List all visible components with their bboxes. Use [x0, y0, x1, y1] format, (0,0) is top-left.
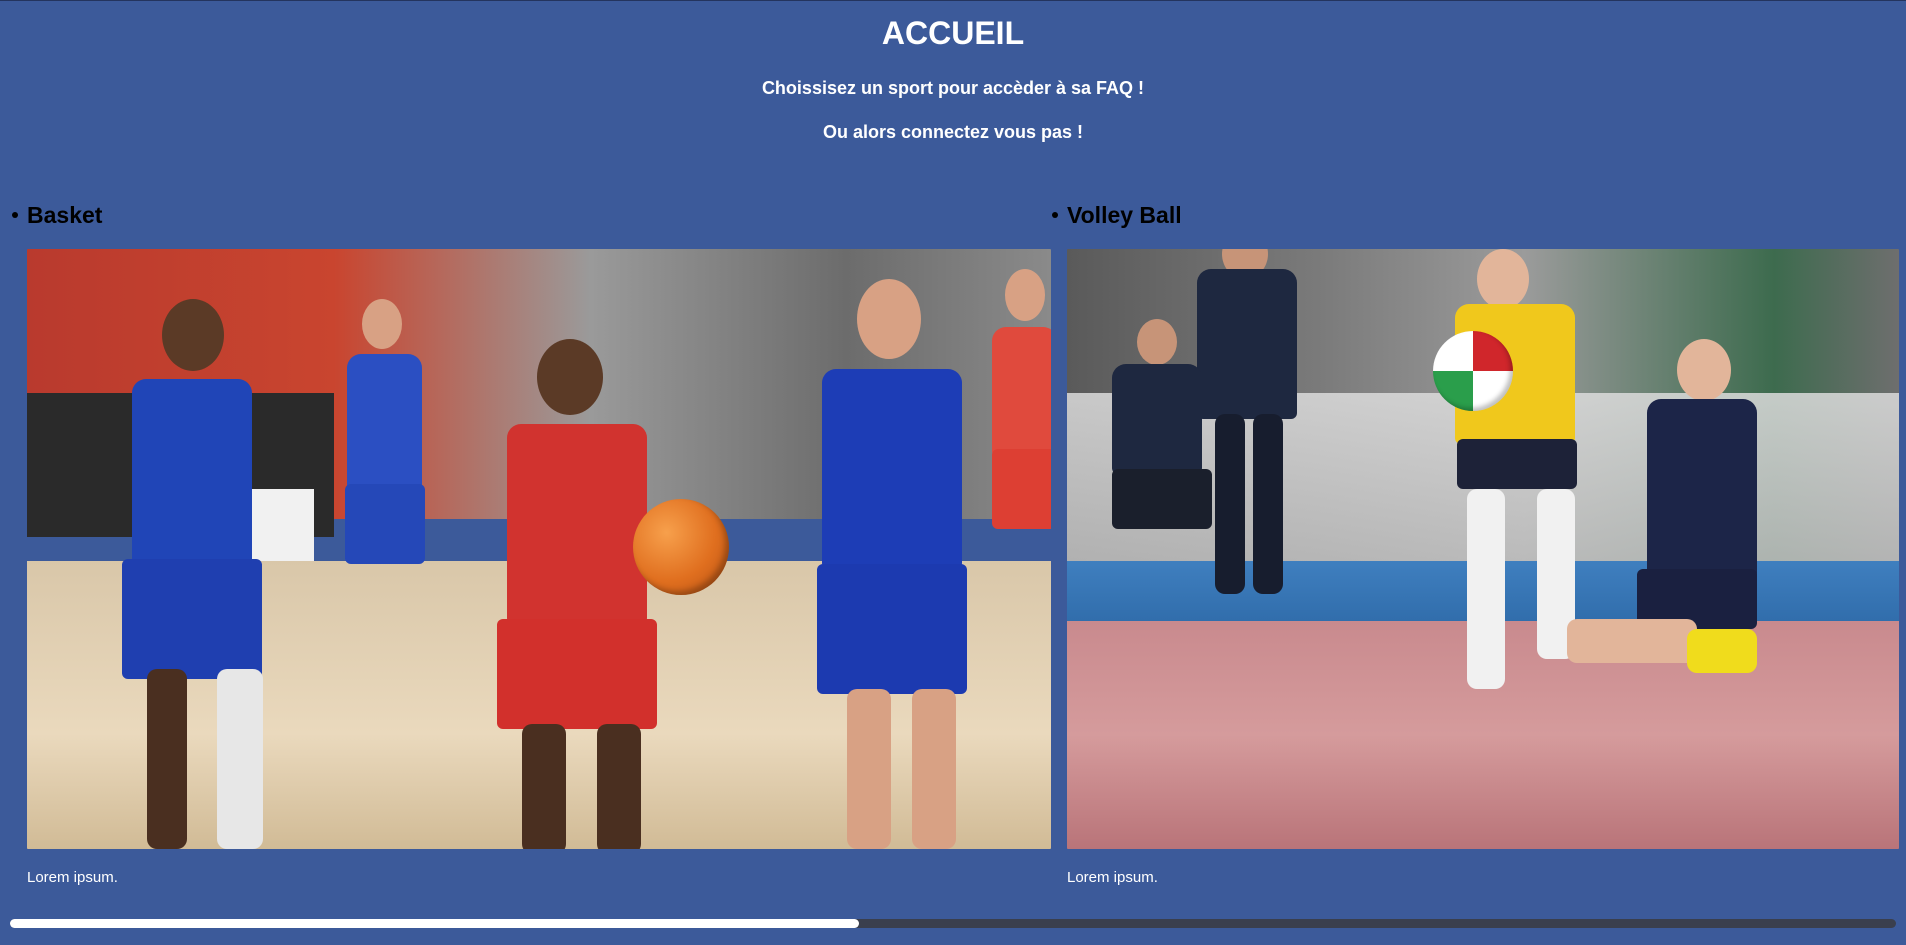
bullet-icon [1052, 212, 1058, 218]
sports-list: Basket Lorem ipsum. Volley Ball Lorem ip… [0, 196, 1906, 896]
person-seated [1097, 319, 1217, 559]
bullet-icon [12, 212, 18, 218]
player-red-background [987, 269, 1051, 729]
sport-caption-basket: Lorem ipsum. [27, 869, 118, 886]
horizontal-scrollbar[interactable] [10, 919, 1896, 928]
player-red-center [467, 339, 697, 849]
sport-title-basket[interactable]: Basket [27, 196, 102, 234]
player-blue-right [777, 279, 997, 849]
page-header: ACCUEIL Choissisez un sport pour accèder… [0, 1, 1906, 143]
player-blue-background [327, 299, 437, 699]
player-blue-left [67, 299, 307, 849]
volleyball-ball [1433, 331, 1513, 411]
sport-title-volley-ball[interactable]: Volley Ball [1067, 196, 1182, 234]
basket-image[interactable] [27, 249, 1051, 849]
volley-ball-image[interactable] [1067, 249, 1899, 849]
page-title: ACCUEIL [881, 15, 1025, 51]
sport-item-volley-ball[interactable]: Volley Ball Lorem ipsum. [1052, 196, 1899, 887]
subtitle-choose-sport: Choissisez un sport pour accèder à sa FA… [761, 78, 1145, 98]
subtitle-connect: Ou alors connectez vous pas ! [822, 122, 1084, 142]
player-navy-kneeling [1537, 339, 1777, 819]
sport-heading-basket: Basket [12, 196, 1051, 234]
sport-caption-volley-ball: Lorem ipsum. [1067, 869, 1158, 886]
scrollbar-thumb[interactable] [10, 919, 859, 928]
sport-item-basket[interactable]: Basket Lorem ipsum. [12, 196, 1051, 887]
sport-heading-volley-ball: Volley Ball [1052, 196, 1899, 234]
basketball-ball [633, 499, 729, 595]
